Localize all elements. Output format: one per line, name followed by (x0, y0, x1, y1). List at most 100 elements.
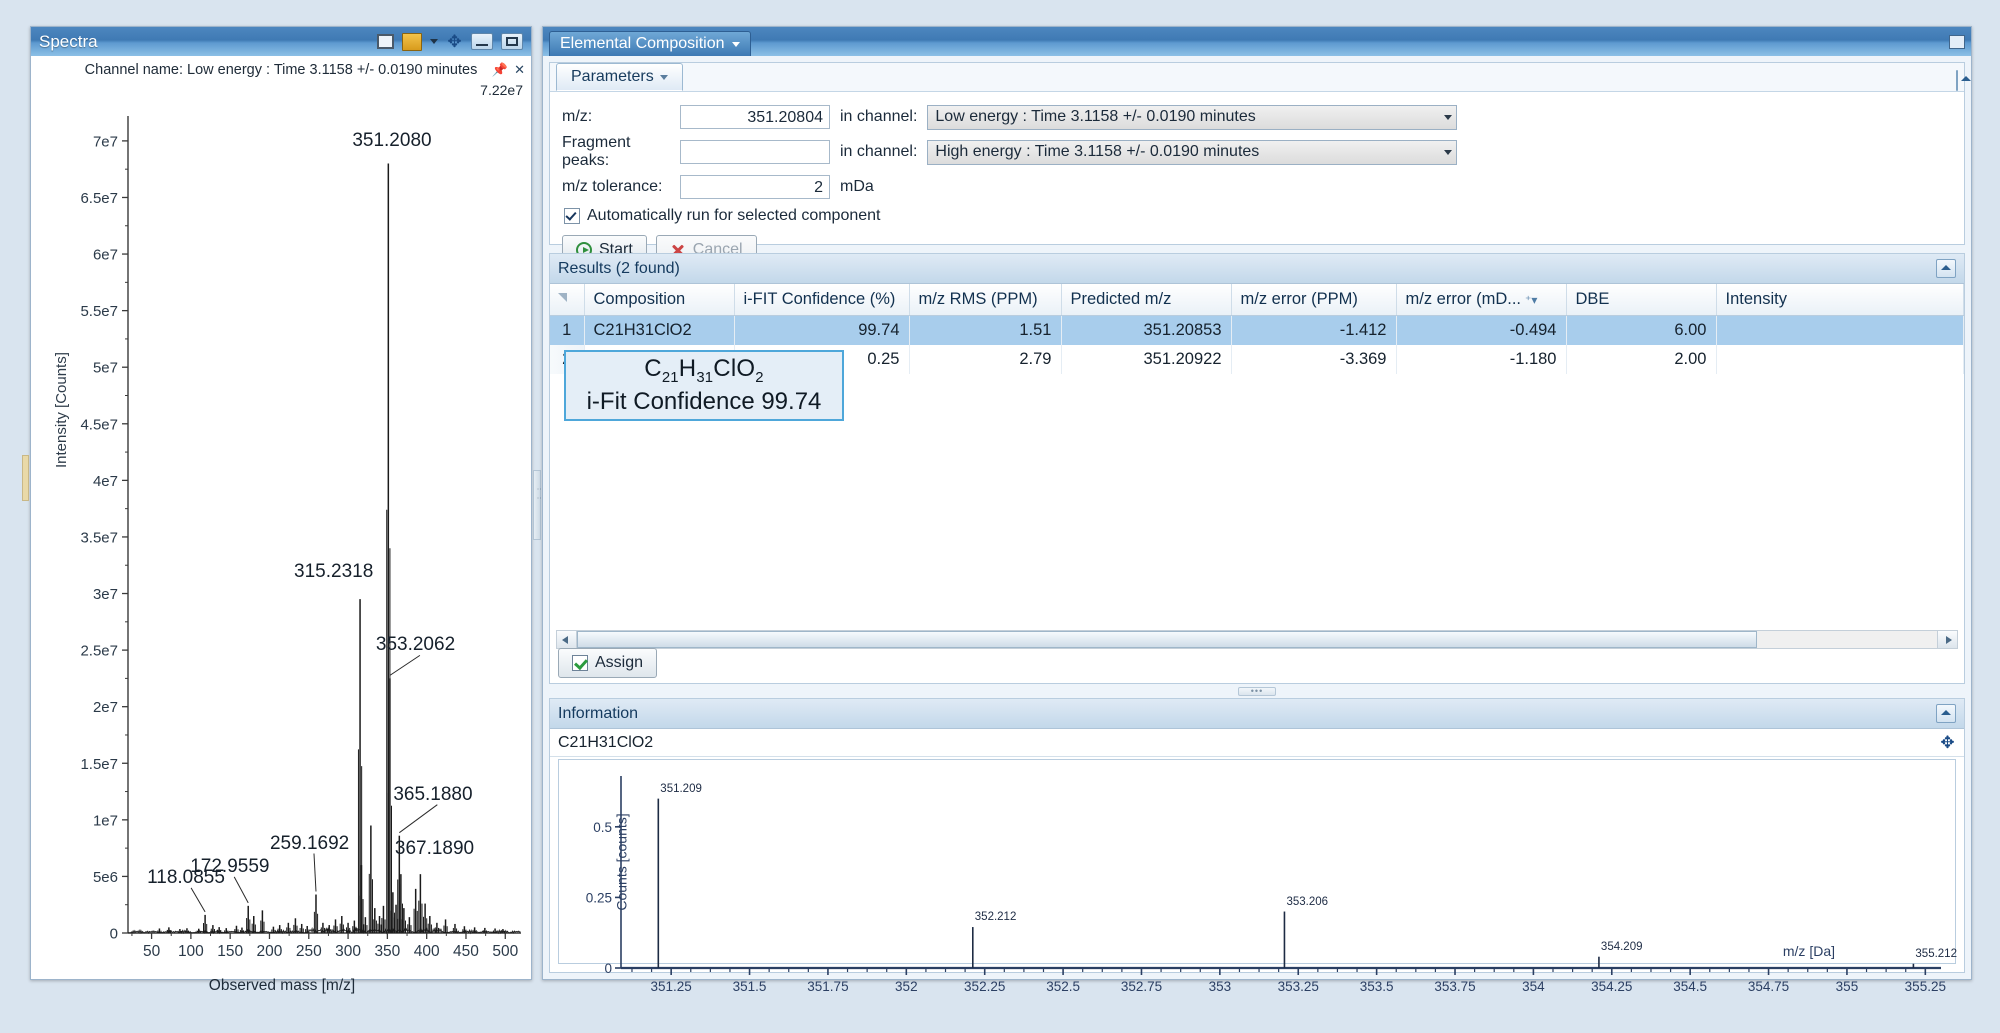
chevron-down-icon[interactable] (1444, 150, 1452, 155)
col-intensity[interactable]: Intensity (1716, 284, 1964, 316)
col-dbe[interactable]: DBE (1566, 284, 1716, 316)
svg-text:354: 354 (1522, 979, 1545, 994)
tab-parameters[interactable]: Parameters (556, 63, 683, 91)
spectra-toolbar: ✥ (377, 33, 523, 51)
grid-icon[interactable] (377, 34, 394, 49)
information-section: Information C21H31ClO2 ✥ 00.250.5351.253… (549, 698, 1965, 973)
panel-splitter[interactable]: ••• (543, 686, 1971, 696)
move-icon[interactable]: ✥ (446, 33, 463, 50)
mz-row: m/z: 351.20804 in channel: Low energy : … (562, 102, 1952, 132)
svg-text:353.25: 353.25 (1278, 979, 1319, 994)
chevron-down-icon[interactable] (660, 75, 668, 80)
pin-icon[interactable]: 📌 (492, 62, 508, 78)
window-menu-icon[interactable] (1949, 35, 1965, 49)
svg-text:3e7: 3e7 (93, 586, 118, 603)
svg-text:351.5: 351.5 (733, 979, 767, 994)
fragment-input[interactable] (680, 140, 830, 164)
peak-label: 351.2080 (352, 130, 431, 152)
fragment-label: Fragment peaks: (562, 134, 680, 170)
isotope-peak-label: 353.206 (1286, 896, 1328, 908)
svg-text:2e7: 2e7 (93, 699, 118, 716)
window-splitter-grip[interactable]: ⋮⋮ (533, 470, 541, 540)
save-icon[interactable] (402, 33, 422, 51)
parameters-form: m/z: 351.20804 in channel: Low energy : … (550, 92, 1964, 273)
spectrum-chart[interactable]: 05e61e71.5e72e72.5e73e73.5e74e74.5e75e75… (31, 98, 533, 1003)
cell-intensity (1716, 316, 1964, 346)
results-horizontal-scrollbar[interactable] (556, 630, 1958, 649)
check-icon (572, 655, 588, 671)
svg-text:450: 450 (453, 943, 479, 960)
close-icon[interactable]: ✕ (514, 62, 525, 78)
left-edge-grip[interactable] (22, 455, 29, 501)
maximize-button[interactable] (501, 33, 523, 50)
auto-run-checkbox-row[interactable]: Automatically run for selected component (564, 207, 1952, 225)
svg-text:100: 100 (178, 943, 204, 960)
svg-text:354.5: 354.5 (1673, 979, 1707, 994)
cell-ifit: 99.74 (734, 316, 909, 346)
cell-mz-error-ppm: -3.369 (1231, 345, 1396, 374)
scroll-left-arrow-icon[interactable] (557, 631, 577, 648)
collapse-icon[interactable] (1936, 259, 1956, 278)
fragment-row: Fragment peaks: in channel: High energy … (562, 137, 1952, 167)
assign-button-wrap: Assign (558, 648, 657, 678)
mz-channel-select[interactable]: Low energy : Time 3.1158 +/- 0.0190 minu… (927, 105, 1457, 130)
spectra-title: Spectra (39, 32, 377, 52)
svg-text:352: 352 (895, 979, 918, 994)
collapse-icon[interactable] (1956, 70, 1958, 91)
parameters-collapse[interactable] (1956, 71, 1958, 91)
fragment-channel-select[interactable]: High energy : Time 3.1158 +/- 0.0190 min… (927, 140, 1457, 165)
svg-text:350: 350 (374, 943, 400, 960)
tolerance-input[interactable]: 2 (680, 175, 830, 199)
svg-text:353.75: 353.75 (1434, 979, 1475, 994)
tab-elemental-composition[interactable]: Elemental Composition (549, 31, 751, 57)
svg-text:1.5e7: 1.5e7 (80, 756, 118, 773)
svg-text:353: 353 (1209, 979, 1232, 994)
composition-callout: C21H31ClO2 i-Fit Confidence 99.74 (564, 350, 844, 421)
tolerance-row: m/z tolerance: 2 mDa (562, 172, 1952, 202)
callout-formula: C21H31ClO2 (644, 355, 763, 387)
svg-text:1e7: 1e7 (93, 812, 118, 829)
svg-text:351.25: 351.25 (651, 979, 692, 994)
chevron-down-icon[interactable] (430, 39, 438, 44)
chevron-down-icon[interactable] (732, 42, 740, 47)
move-icon[interactable]: ✥ (1939, 734, 1956, 751)
scrollbar-thumb[interactable] (577, 631, 1757, 648)
spectra-header-icons: 📌 ✕ (492, 62, 525, 78)
col-rms[interactable]: m/z RMS (PPM) (909, 284, 1061, 316)
collapse-icon[interactable] (1936, 704, 1956, 723)
elemental-composition-body: Parameters m/z: 351.20804 in channel: Lo… (543, 56, 1971, 979)
svg-text:4.5e7: 4.5e7 (80, 416, 118, 433)
isotope-peak-label: 351.209 (660, 783, 702, 795)
peak-label: 259.1692 (270, 833, 349, 855)
col-ifit[interactable]: i-FIT Confidence (%) (734, 284, 909, 316)
svg-text:354.75: 354.75 (1748, 979, 1789, 994)
svg-text:5e6: 5e6 (93, 869, 118, 886)
minimize-button[interactable] (471, 33, 493, 50)
svg-text:50: 50 (143, 943, 161, 960)
results-header: Results (2 found) (550, 254, 1964, 284)
peak-label: 172.9559 (190, 856, 269, 878)
col-mz-error-mda[interactable]: m/z error (mD...⁺▾ (1396, 284, 1566, 316)
col-mz-error-ppm[interactable]: m/z error (PPM) (1231, 284, 1396, 316)
auto-run-checkbox[interactable] (564, 208, 580, 224)
mz-input[interactable]: 351.20804 (680, 105, 830, 129)
assign-button[interactable]: Assign (558, 648, 657, 678)
svg-text:5e7: 5e7 (93, 360, 118, 377)
svg-text:300: 300 (335, 943, 361, 960)
svg-text:353.5: 353.5 (1360, 979, 1394, 994)
col-composition[interactable]: Composition (584, 284, 734, 316)
peak-label: 353.2062 (376, 634, 455, 656)
svg-text:3.5e7: 3.5e7 (80, 529, 118, 546)
chevron-down-icon[interactable] (1444, 115, 1452, 120)
parameters-section: Parameters m/z: 351.20804 in channel: Lo… (549, 62, 1965, 245)
scroll-right-arrow-icon[interactable] (1937, 631, 1957, 648)
table-row[interactable]: 1C21H31ClO299.741.51351.20853-1.412-0.49… (550, 316, 1964, 346)
tolerance-label: m/z tolerance: (562, 178, 680, 196)
col-predicted-mz[interactable]: Predicted m/z (1061, 284, 1231, 316)
isotope-chart[interactable]: 00.250.5351.25351.5351.75352352.25352.53… (558, 759, 1956, 964)
fragment-channel-value: High energy : Time 3.1158 +/- 0.0190 min… (935, 143, 1444, 161)
select-all-corner[interactable] (550, 284, 584, 316)
svg-text:0.25: 0.25 (586, 890, 612, 905)
svg-text:0.5: 0.5 (593, 820, 612, 835)
callout-confidence: i-Fit Confidence 99.74 (587, 388, 822, 416)
